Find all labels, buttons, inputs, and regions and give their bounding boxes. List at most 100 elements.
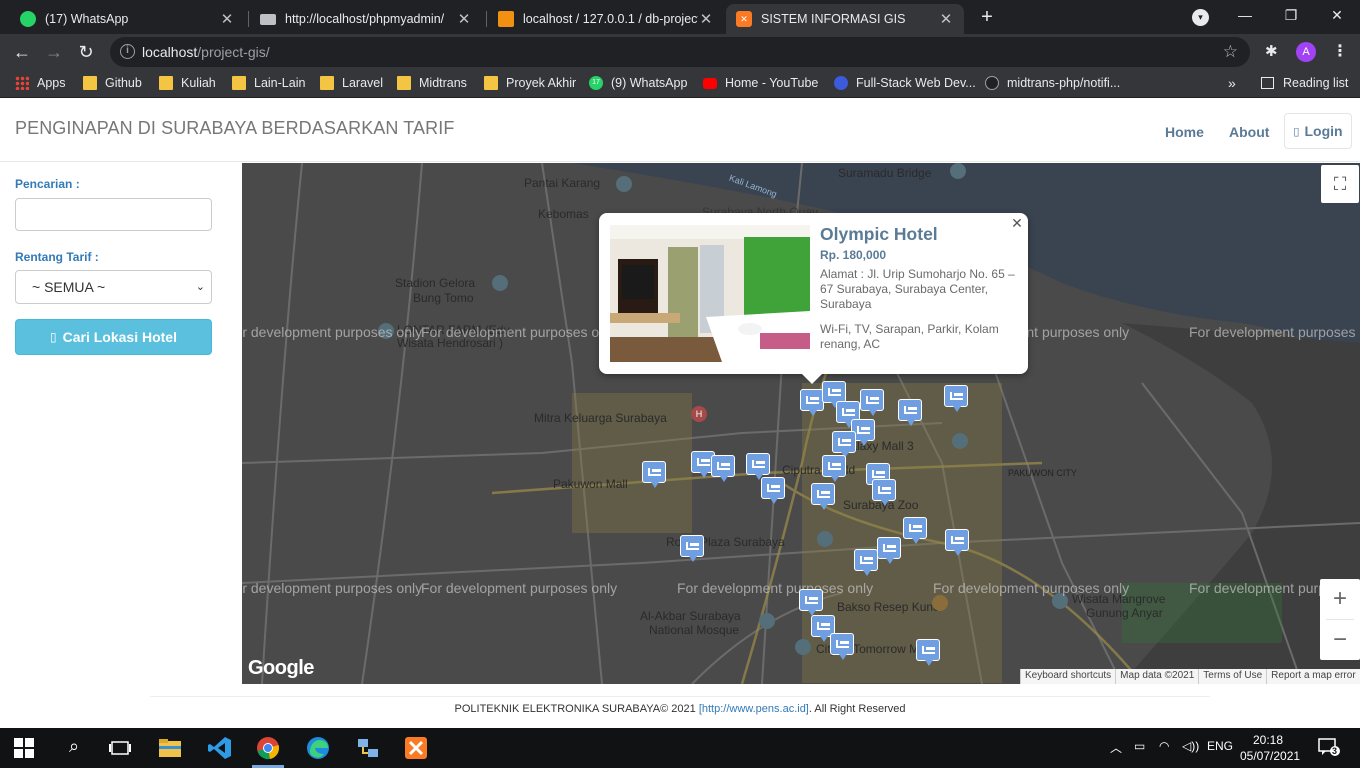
report-error-link[interactable]: Report a map error bbox=[1266, 669, 1359, 684]
hotel-marker[interactable] bbox=[832, 431, 856, 458]
find-hotel-button[interactable]: ▯ Cari Lokasi Hotel bbox=[15, 319, 212, 355]
browser-menu-icon[interactable]: ⋮ bbox=[1332, 41, 1348, 61]
hotel-marker[interactable] bbox=[800, 389, 824, 416]
notifications-icon[interactable]: 3 bbox=[1318, 737, 1340, 757]
zoom-out-button[interactable]: − bbox=[1320, 620, 1360, 660]
hotel-marker[interactable] bbox=[898, 399, 922, 426]
bookmark-lain-lain[interactable]: Lain-Lain bbox=[232, 76, 305, 90]
tab-whatsapp[interactable]: (17) WhatsApp ✕ bbox=[10, 4, 245, 34]
poi-icon[interactable] bbox=[616, 176, 632, 192]
pens-link[interactable]: [http://www.pens.ac.id] bbox=[699, 703, 809, 715]
close-tab-icon[interactable]: ✕ bbox=[219, 10, 235, 28]
hospital-icon[interactable]: H bbox=[691, 406, 707, 422]
volume-icon[interactable]: ◁)) bbox=[1182, 739, 1199, 753]
terms-link[interactable]: Terms of Use bbox=[1198, 669, 1266, 684]
bookmark-star-icon[interactable]: ☆ bbox=[1223, 42, 1238, 62]
site-info-icon[interactable]: i bbox=[120, 44, 135, 59]
bookmark-midtrans[interactable]: Midtrans bbox=[397, 76, 467, 90]
nav-home[interactable]: Home bbox=[1165, 124, 1204, 140]
tab-title: SISTEM INFORMASI GIS bbox=[761, 12, 906, 26]
map-canvas[interactable]: Pantai Karang Kebomas Surabaya North Qua… bbox=[242, 163, 1360, 684]
hotel-marker[interactable] bbox=[746, 453, 770, 480]
folder-icon bbox=[484, 76, 498, 90]
new-tab-button[interactable]: + bbox=[976, 6, 998, 28]
task-view-icon[interactable] bbox=[108, 736, 132, 760]
extensions-icon[interactable]: ✱ bbox=[1265, 42, 1278, 60]
hotel-marker[interactable] bbox=[642, 461, 666, 488]
file-explorer-icon[interactable] bbox=[158, 736, 182, 760]
wifi-icon[interactable]: ◠ bbox=[1159, 739, 1169, 753]
hotel-marker[interactable] bbox=[711, 455, 735, 482]
tab-sistem-informasi-gis[interactable]: ✕ SISTEM INFORMASI GIS ✕ bbox=[726, 4, 964, 34]
hotel-marker[interactable] bbox=[916, 639, 940, 666]
poi-icon[interactable] bbox=[759, 613, 775, 629]
keyboard-shortcuts-link[interactable]: Keyboard shortcuts bbox=[1020, 669, 1115, 684]
tab-db-project[interactable]: localhost / 127.0.0.1 / db-project ✕ bbox=[488, 4, 724, 34]
windows-start-icon[interactable] bbox=[14, 738, 34, 758]
bookmark-youtube[interactable]: Home - YouTube bbox=[703, 76, 818, 90]
close-tab-icon[interactable]: ✕ bbox=[698, 10, 714, 28]
hotel-marker[interactable] bbox=[944, 385, 968, 412]
hotel-marker[interactable] bbox=[799, 589, 823, 616]
chrome-icon[interactable] bbox=[256, 736, 280, 760]
nav-about[interactable]: About bbox=[1229, 124, 1269, 140]
profile-avatar[interactable]: A bbox=[1296, 42, 1316, 62]
google-logo[interactable]: Google bbox=[248, 657, 314, 680]
bookmark-kuliah[interactable]: Kuliah bbox=[159, 76, 216, 90]
bookmark-proyek-akhir[interactable]: Proyek Akhir bbox=[484, 76, 576, 90]
bookmark-github[interactable]: Github bbox=[83, 76, 142, 90]
poi-icon[interactable] bbox=[952, 433, 968, 449]
poi-icon[interactable] bbox=[492, 275, 508, 291]
poi-icon[interactable] bbox=[950, 163, 966, 179]
hotel-marker[interactable] bbox=[854, 549, 878, 576]
back-icon[interactable]: ← bbox=[11, 41, 33, 63]
poi-icon[interactable] bbox=[795, 639, 811, 655]
language-indicator[interactable]: ENG bbox=[1207, 739, 1233, 753]
minimize-icon[interactable]: — bbox=[1222, 0, 1268, 30]
hotel-marker[interactable] bbox=[945, 529, 969, 556]
xampp-icon[interactable] bbox=[404, 736, 428, 760]
poi-icon[interactable] bbox=[817, 531, 833, 547]
hotel-marker[interactable] bbox=[877, 537, 901, 564]
close-tab-icon[interactable]: ✕ bbox=[456, 10, 472, 28]
site-brand[interactable]: PENGINAPAN DI SURABAYA BERDASARKAN TARIF bbox=[15, 118, 454, 139]
forward-icon[interactable]: → bbox=[43, 41, 65, 63]
edge-icon[interactable] bbox=[306, 736, 330, 760]
network-app-icon[interactable] bbox=[356, 736, 380, 760]
hotel-marker[interactable] bbox=[830, 633, 854, 660]
bookmark-fullstack[interactable]: Full-Stack Web Dev... bbox=[834, 76, 976, 90]
hotel-marker[interactable] bbox=[680, 535, 704, 562]
tab-search-icon[interactable]: ▾ bbox=[1192, 9, 1209, 26]
hotel-marker[interactable] bbox=[811, 483, 835, 510]
vscode-icon[interactable] bbox=[208, 736, 232, 760]
bookmark-apps[interactable]: Apps bbox=[15, 76, 66, 90]
battery-icon[interactable]: ▭ bbox=[1134, 739, 1145, 753]
hotel-marker[interactable] bbox=[903, 517, 927, 544]
bookmark-whatsapp[interactable]: 17 (9) WhatsApp bbox=[589, 76, 687, 90]
tray-overflow-icon[interactable]: ︿ bbox=[1110, 739, 1122, 756]
hotel-marker[interactable] bbox=[860, 389, 884, 416]
hotel-marker[interactable] bbox=[822, 381, 846, 408]
close-window-icon[interactable]: ✕ bbox=[1314, 0, 1360, 30]
restore-icon[interactable]: ❐ bbox=[1268, 0, 1314, 30]
zoom-in-button[interactable]: + bbox=[1320, 579, 1360, 619]
tab-phpmyadmin[interactable]: http://localhost/phpmyadmin/ ✕ bbox=[250, 4, 482, 34]
search-input[interactable] bbox=[15, 198, 212, 231]
login-button[interactable]: ▯ Login bbox=[1284, 113, 1352, 149]
taskbar-clock[interactable]: 20:18 05/07/2021 bbox=[1240, 732, 1300, 764]
bookmark-midtrans-php[interactable]: midtrans-php/notifi... bbox=[985, 76, 1120, 90]
close-icon[interactable]: ✕ bbox=[1010, 215, 1024, 232]
search-icon[interactable]: ⌕ bbox=[62, 736, 86, 760]
close-tab-icon[interactable]: ✕ bbox=[938, 10, 954, 28]
poi-icon[interactable] bbox=[932, 595, 948, 611]
reading-list[interactable]: Reading list bbox=[1261, 76, 1348, 90]
reload-icon[interactable]: ↻ bbox=[75, 41, 97, 63]
hotel-marker[interactable] bbox=[822, 455, 846, 482]
hotel-marker[interactable] bbox=[761, 477, 785, 504]
fullscreen-icon[interactable]: ⛶ bbox=[1321, 165, 1359, 203]
bookmark-laravel[interactable]: Laravel bbox=[320, 76, 383, 90]
hotel-marker[interactable] bbox=[872, 479, 896, 506]
address-bar[interactable]: i localhost/project-gis/ ☆ bbox=[110, 37, 1250, 67]
more-bookmarks-icon[interactable]: » bbox=[1228, 75, 1236, 91]
tariff-range-select[interactable]: ~ SEMUA ~ ⌄ bbox=[15, 270, 212, 304]
